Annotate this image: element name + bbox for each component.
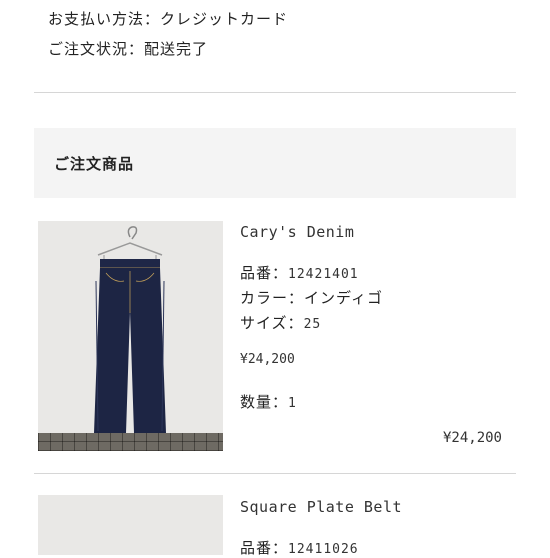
section-title: ご注文商品 [54, 154, 135, 173]
unit-price: ¥24,200 [240, 352, 295, 367]
divider [34, 473, 516, 474]
ordered-items-header: ご注文商品 [34, 128, 516, 198]
jeans-illustration [94, 226, 166, 433]
product-name[interactable]: Square Plate Belt [240, 498, 402, 516]
product-number-row: 品番：12411026 [240, 537, 359, 558]
item-subtotal: ¥24,200 [442, 430, 502, 446]
order-status-label: ご注文状況： [48, 40, 145, 58]
size-row: サイズ：25 [240, 312, 321, 333]
quantity-label: 数量： [240, 393, 289, 411]
divider [34, 92, 516, 93]
quantity-row: 数量：1 [240, 391, 297, 412]
size-value: 25 [303, 317, 322, 332]
order-status-value: 配送完了 [144, 40, 209, 58]
color-row: カラー：インディゴ [240, 287, 383, 308]
product-number-row: 品番：12421401 [240, 262, 359, 283]
product-number-label: 品番： [240, 264, 289, 282]
payment-method-value: クレジットカード [160, 10, 289, 28]
quantity-value: 1 [288, 396, 297, 411]
product-number-label: 品番： [240, 539, 289, 557]
size-label: サイズ： [240, 314, 304, 332]
product-image[interactable] [38, 221, 223, 451]
color-value: インディゴ [304, 289, 383, 307]
product-name[interactable]: Cary's Denim [240, 223, 354, 241]
product-number-value: 12421401 [288, 267, 359, 282]
color-label: カラー： [240, 289, 305, 307]
payment-method-label: お支払い方法： [48, 10, 161, 28]
product-image[interactable] [38, 495, 223, 555]
order-status-row: ご注文状況：配送完了 [48, 38, 208, 59]
payment-method-row: お支払い方法：クレジットカード [48, 8, 288, 29]
